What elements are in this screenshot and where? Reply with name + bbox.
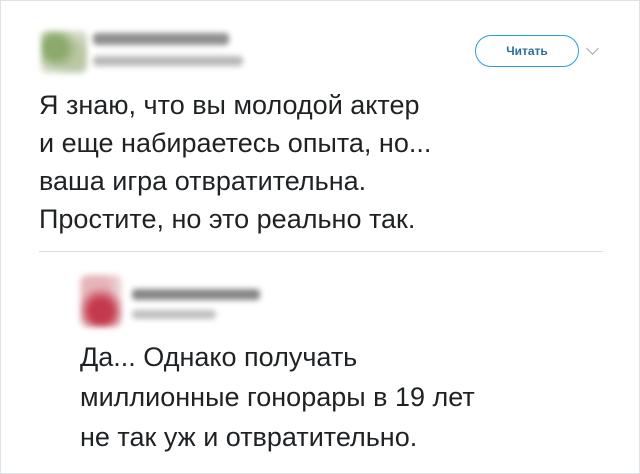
reply-author-handle-blurred[interactable] <box>132 310 216 319</box>
chevron-down-icon[interactable] <box>586 42 599 55</box>
follow-button[interactable]: Читать <box>475 35 579 67</box>
reply-author-name-blurred[interactable] <box>132 289 260 300</box>
screenshot-frame: Читать Я знаю, что вы молодой актер и ещ… <box>0 0 640 474</box>
author-handle-blurred[interactable] <box>93 56 243 66</box>
tweet-text: Я знаю, что вы молодой актер и еще набир… <box>39 90 432 234</box>
reply-text: Да... Однако получать миллионные гонорар… <box>80 342 475 452</box>
author-avatar-blurred[interactable] <box>41 31 87 73</box>
reply-author-avatar-blurred[interactable] <box>80 275 122 327</box>
divider <box>39 251 603 252</box>
author-name-blurred[interactable] <box>93 33 229 45</box>
